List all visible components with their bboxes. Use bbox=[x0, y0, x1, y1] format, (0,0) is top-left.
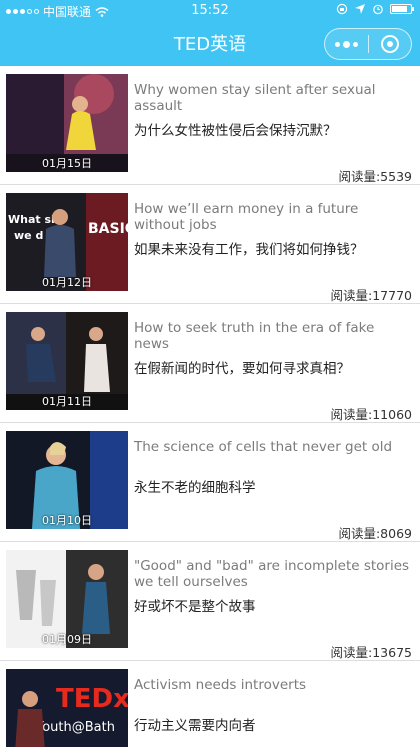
thumb-logo-text: TEDx bbox=[56, 684, 128, 714]
article-item[interactable]: 01月09日 "Good" and "bad" are incomplete s… bbox=[0, 542, 420, 661]
article-item[interactable]: 01月15日 Why women stay silent after sexua… bbox=[0, 66, 420, 185]
status-bar: 中国联通 15:52 bbox=[0, 0, 420, 22]
article-date: 01月15日 bbox=[42, 157, 92, 170]
more-menu-button[interactable] bbox=[325, 29, 368, 59]
article-title-en: Why women stay silent after sexual assau… bbox=[134, 82, 376, 114]
thumb-slide-text-2: we d bbox=[14, 229, 43, 242]
article-date: 01月12日 bbox=[42, 276, 92, 289]
read-count: 阅读量:11060 bbox=[330, 407, 412, 422]
article-title-en: The science of cells that never get old bbox=[134, 439, 393, 455]
article-title-cn: 在假新闻的时代，要如何寻求真相？ bbox=[134, 361, 350, 377]
close-button[interactable] bbox=[369, 29, 411, 59]
alarm-icon bbox=[373, 4, 383, 15]
article-thumbnail: 01月15日 bbox=[6, 74, 128, 172]
article-title-en: How we’ll earn money in a future without… bbox=[134, 201, 359, 233]
article-date: 01月11日 bbox=[42, 395, 92, 408]
article-title-en: Activism needs introverts bbox=[134, 677, 307, 693]
battery-icon bbox=[390, 4, 414, 14]
app-header: 中国联通 15:52 TED英语 bbox=[0, 0, 420, 66]
article-item[interactable]: TEDx Youth@Bath Activism needs introvert… bbox=[0, 661, 420, 747]
mini-program-capsule bbox=[324, 28, 412, 60]
article-thumbnail: 01月09日 bbox=[6, 550, 128, 648]
read-count: 阅读量:13675 bbox=[330, 645, 412, 660]
thumb-logo-subtext: Youth@Bath bbox=[35, 720, 115, 735]
article-date: 01月10日 bbox=[42, 514, 92, 527]
article-item[interactable]: 01月11日 How to seek truth in the era of f… bbox=[0, 304, 420, 423]
location-icon bbox=[355, 4, 365, 14]
article-item[interactable]: 01月10日 The science of cells that never g… bbox=[0, 423, 420, 542]
article-thumbnail: What sho we d BASIC 01月12日 bbox=[6, 193, 128, 291]
article-title-cn: 行动主义需要内向者 bbox=[134, 718, 256, 734]
article-date: 01月09日 bbox=[42, 633, 92, 646]
close-circle-icon bbox=[380, 35, 399, 53]
article-title-cn: 好或坏不是整个故事 bbox=[134, 599, 256, 615]
article-list: 01月15日 Why women stay silent after sexua… bbox=[0, 66, 420, 747]
article-title-en: "Good" and "bad" are incomplete stories … bbox=[134, 558, 410, 590]
speaker-photo: TEDx Youth@Bath bbox=[6, 669, 128, 747]
article-title-en: How to seek truth in the era of fake new… bbox=[134, 320, 375, 352]
article-thumbnail: 01月10日 bbox=[6, 431, 128, 529]
read-count: 阅读量:17770 bbox=[330, 288, 412, 303]
rotation-lock-icon bbox=[336, 3, 348, 15]
article-thumbnail: 01月11日 bbox=[6, 312, 128, 410]
article-title-cn: 如果未来没有工作，我们将如何挣钱？ bbox=[134, 242, 364, 258]
article-title-cn: 为什么女性被性侵后会保持沉默？ bbox=[134, 123, 337, 139]
read-count: 阅读量:5539 bbox=[338, 169, 412, 184]
read-count: 阅读量:8069 bbox=[338, 526, 412, 541]
article-title-cn: 永生不老的细胞科学 bbox=[134, 480, 256, 496]
article-thumbnail: TEDx Youth@Bath bbox=[6, 669, 128, 747]
thumb-slide-text-3: BASIC bbox=[88, 221, 128, 237]
article-item[interactable]: What sho we d BASIC 01月12日 How we’ll ear… bbox=[0, 185, 420, 304]
